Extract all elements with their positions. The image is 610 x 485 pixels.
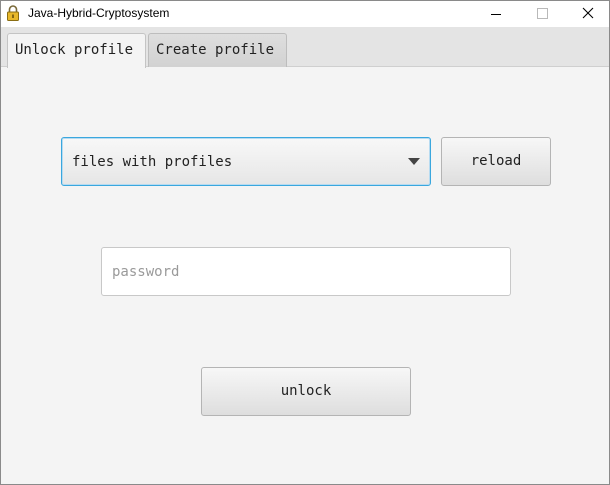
minimize-icon [491,14,501,15]
padlock-icon [6,5,20,21]
maximize-button[interactable] [519,1,565,27]
tab-unlock-profile[interactable]: Unlock profile [7,33,146,68]
maximize-icon [537,8,548,19]
reload-button[interactable]: reload [441,137,551,186]
profile-file-select[interactable]: files with profiles [61,137,431,186]
tab-label: Unlock profile [15,42,134,58]
minimize-button[interactable] [473,1,519,27]
close-icon [582,7,594,19]
close-button[interactable] [565,1,609,27]
title-bar[interactable]: Java-Hybrid-Cryptosystem [1,1,609,27]
window-title: Java-Hybrid-Cryptosystem [28,6,170,20]
tab-label: Create profile [156,42,275,58]
chevron-down-icon [408,158,420,165]
app-window: Java-Hybrid-Cryptosystem Unlock profile … [0,0,610,485]
tab-create-profile[interactable]: Create profile [148,33,287,67]
profile-file-select-value: files with profiles [72,154,233,170]
password-field[interactable] [101,247,511,296]
tab-header: Unlock profile Create profile [1,27,609,68]
unlock-button[interactable]: unlock [201,367,411,416]
